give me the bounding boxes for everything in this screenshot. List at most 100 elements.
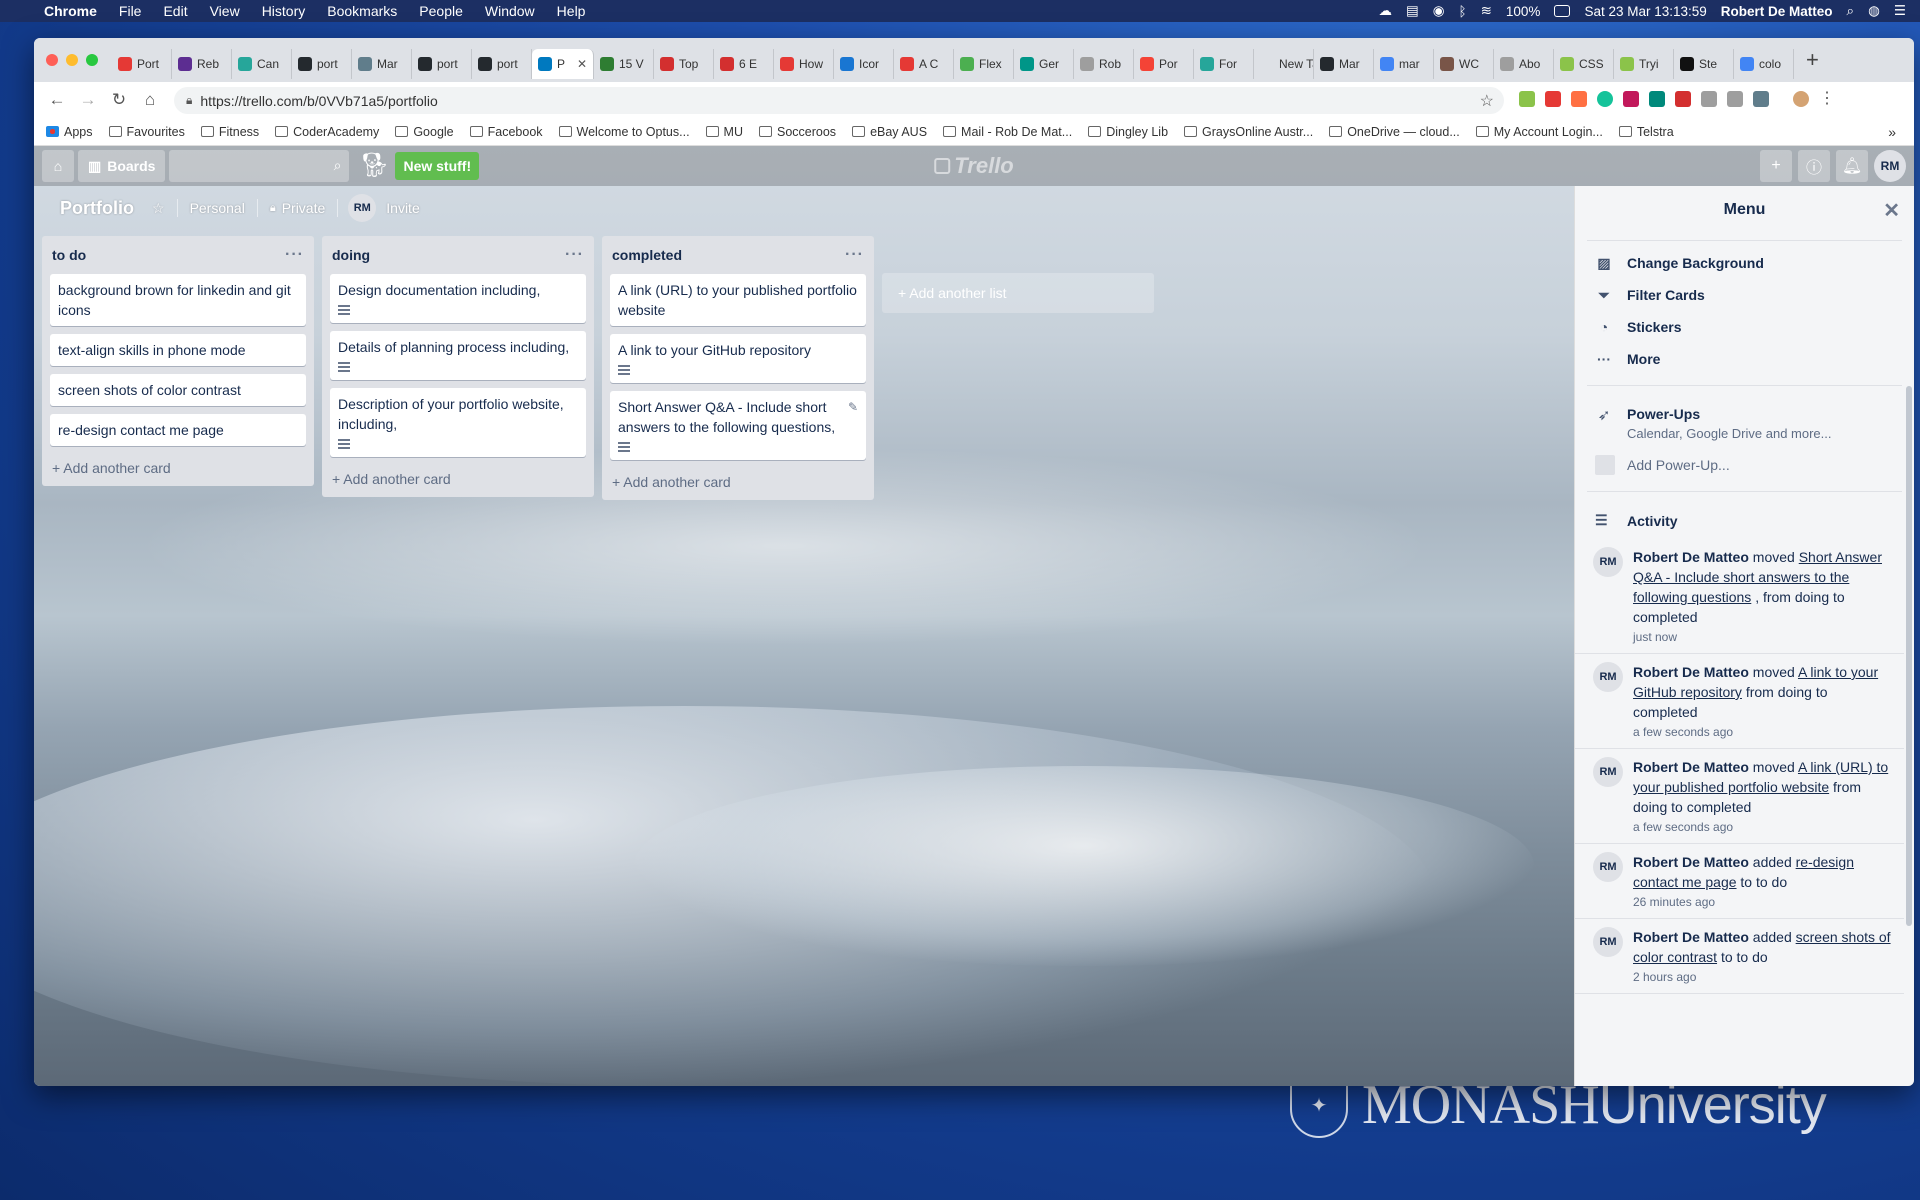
card[interactable]: screen shots of color contrast [50,374,306,406]
user-name[interactable]: Robert De Matteo [1721,4,1833,19]
browser-tab[interactable]: Reb [172,49,232,79]
clock[interactable]: Sat 23 Mar 13:13:59 [1584,4,1706,19]
browser-tab[interactable]: WC [1434,49,1494,79]
stickers-item[interactable]: ◔ Stickers [1575,311,1914,343]
extension-icon[interactable] [1545,91,1561,107]
activity-timestamp[interactable]: a few seconds ago [1633,819,1892,835]
menu-people[interactable]: People [419,3,463,19]
bookmark-item[interactable]: Socceroos [759,125,836,139]
bookmark-item[interactable]: Telstra [1618,125,1674,139]
back-button[interactable]: ← [44,90,70,110]
bookmark-item[interactable]: OneDrive — cloud... [1329,125,1460,139]
add-card-button[interactable]: + Add another card [322,465,594,497]
activity-timestamp[interactable]: just now [1633,629,1892,645]
cloud-icon[interactable]: ☁ [1378,3,1392,19]
activity-timestamp[interactable]: a few seconds ago [1633,724,1892,740]
zoom-window-button[interactable] [86,54,98,66]
add-list-button[interactable]: + Add another list [882,273,1154,313]
list-title[interactable]: completed [612,247,682,263]
power-ups-item[interactable]: ➶ Power-Ups Calendar, Google Drive and m… [1575,392,1914,445]
browser-tab[interactable]: Icor [834,49,894,79]
status-icon[interactable]: ◉ [1433,3,1445,19]
menu-history[interactable]: History [262,3,306,19]
spotlight-icon[interactable]: ⌕ [1847,3,1855,19]
pdf-icon[interactable] [1675,91,1691,107]
browser-tab[interactable]: P ✕ [532,49,594,79]
browser-tab[interactable]: For [1194,49,1254,79]
notification-center-icon[interactable]: ☰ [1894,3,1906,19]
browser-tab[interactable]: Tryi [1614,49,1674,79]
browser-tab[interactable]: Abo [1494,49,1554,79]
browser-tab[interactable]: How [774,49,834,79]
activity-timestamp[interactable]: 2 hours ago [1633,969,1892,985]
close-icon[interactable]: ✕ [1883,198,1900,223]
extension-icon[interactable] [1649,91,1665,107]
browser-tab[interactable]: CSS [1554,49,1614,79]
card[interactable]: Short Answer Q&A - Include short answers… [610,391,866,460]
extension-icon[interactable] [1753,91,1769,107]
change-background-item[interactable]: ▨ Change Background [1575,247,1914,279]
card[interactable]: A link to your GitHub repository [610,334,866,383]
browser-tab[interactable]: Flex [954,49,1014,79]
bookmark-item[interactable]: Welcome to Optus... [558,125,690,139]
add-power-up-button[interactable]: Add Power-Up... [1575,445,1914,485]
list-title[interactable]: to do [52,247,86,263]
browser-tab[interactable]: colo [1734,49,1794,79]
browser-tab[interactable]: Mar [352,49,412,79]
browser-tab[interactable]: Port [112,49,172,79]
info-icon[interactable]: ⓘ [1798,150,1830,182]
add-card-button[interactable]: + Add another card [42,454,314,486]
member-avatar[interactable]: RM [1593,757,1623,787]
list-menu-dots-icon[interactable]: ··· [845,246,864,264]
more-item[interactable]: ··· More [1575,343,1914,375]
browser-tab[interactable]: port [412,49,472,79]
new-tab-button[interactable]: + [1806,47,1819,73]
activity-member-name[interactable]: Robert De Matteo [1633,664,1749,680]
member-avatar[interactable]: RM [1593,852,1623,882]
card[interactable]: Details of planning process including, [330,331,586,380]
browser-tab[interactable]: 6 E [714,49,774,79]
close-tab-icon[interactable]: ✕ [577,57,587,71]
activity-member-name[interactable]: Robert De Matteo [1633,854,1749,870]
menu-file[interactable]: File [119,3,142,19]
menu-window[interactable]: Window [485,3,535,19]
list-title[interactable]: doing [332,247,370,263]
menu-edit[interactable]: Edit [163,3,187,19]
card[interactable]: A link (URL) to your published portfolio… [610,274,866,326]
bookmark-item[interactable]: Favourites [108,125,185,139]
list-menu-dots-icon[interactable]: ··· [285,246,304,264]
bluetooth-icon[interactable]: ᛒ [1458,4,1466,19]
browser-tab[interactable]: mar [1374,49,1434,79]
privacy-button[interactable]: 🔒︎ Private [260,196,335,220]
extension-icon[interactable] [1519,91,1535,107]
minimize-window-button[interactable] [66,54,78,66]
close-window-button[interactable] [46,54,58,66]
drive-icon[interactable]: ▤ [1406,3,1419,19]
activity-member-name[interactable]: Robert De Matteo [1633,549,1749,565]
browser-tab[interactable]: port [292,49,352,79]
browser-tab[interactable]: Ger [1014,49,1074,79]
browser-tab[interactable]: Rob [1074,49,1134,79]
bookmark-item[interactable]: Mail - Rob De Mat... [943,125,1072,139]
add-card-button[interactable]: + Add another card [602,468,874,500]
browser-tab[interactable]: Mar [1314,49,1374,79]
user-avatar[interactable]: RM [1874,150,1906,182]
extension-icon[interactable] [1623,91,1639,107]
menu-help[interactable]: Help [557,3,586,19]
extension-icon[interactable] [1571,91,1587,107]
card[interactable]: background brown for linkedin and git ic… [50,274,306,326]
taco-mascot-icon[interactable]: 🐕︎ [357,149,391,183]
url-input[interactable] [200,92,1421,109]
bookmark-item[interactable]: Facebook [469,125,543,139]
menu-view[interactable]: View [210,3,240,19]
browser-tab[interactable]: Por [1134,49,1194,79]
activity-timestamp[interactable]: 26 minutes ago [1633,894,1892,910]
create-plus-icon[interactable]: + [1760,150,1792,182]
reload-button[interactable]: ↻ [106,90,132,110]
browser-tab[interactable]: A C [894,49,954,79]
browser-tab[interactable]: Can [232,49,292,79]
menu-app-name[interactable]: Chrome [44,3,97,19]
new-stuff-button[interactable]: New stuff! [395,152,480,180]
extension-icon[interactable] [1701,91,1717,107]
notifications-bell-icon[interactable]: 🔔︎ [1836,150,1868,182]
